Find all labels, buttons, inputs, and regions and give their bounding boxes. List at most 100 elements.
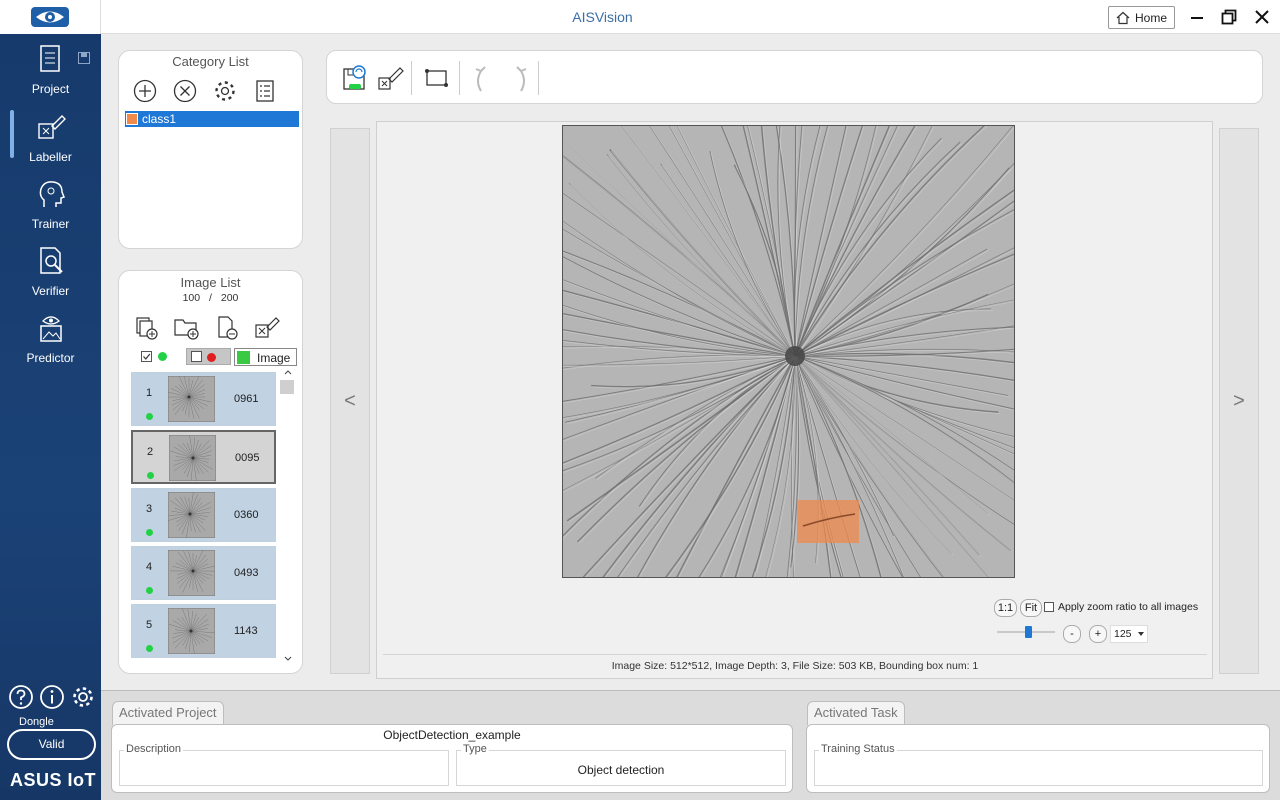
description-label: Description	[124, 743, 184, 755]
image-viewer: 1:1 Fit Apply zoom ratio to all images -…	[376, 0, 1213, 746]
sidebar-item-labeller[interactable]: Labeller	[0, 108, 101, 170]
gear-icon[interactable]	[70, 684, 96, 710]
image-counter-current: 100	[182, 292, 201, 304]
image-status-bar: Image Size: 512*512, Image Depth: 3, Fil…	[383, 654, 1207, 672]
activation-panel: Activated Project ObjectDetection_exampl…	[101, 690, 1280, 800]
sidebar-item-label: Verifier	[31, 284, 70, 298]
dongle-status-button[interactable]: Valid	[7, 729, 96, 760]
training-status-label: Training Status	[819, 743, 897, 755]
save-project-icon[interactable]	[78, 52, 90, 64]
category-item-class1[interactable]: class1	[125, 111, 299, 127]
sidebar-item-verifier[interactable]: Verifier	[0, 242, 101, 304]
sidebar-item-predictor[interactable]: Predictor	[0, 309, 101, 371]
training-status-field: Training Status	[814, 743, 1263, 786]
add-folder-button[interactable]	[167, 313, 207, 343]
title-bar: AISVision Home	[0, 0, 1280, 34]
zoom-slider[interactable]	[997, 626, 1055, 638]
help-icon[interactable]	[8, 684, 34, 710]
image-counter-total: 200	[220, 292, 239, 304]
labeled-filter-checkbox[interactable]	[141, 351, 153, 363]
sidebar-item-label: Trainer	[31, 217, 70, 231]
zoom-fit-button[interactable]: Fit	[1020, 599, 1042, 617]
category-list-button[interactable]	[245, 76, 285, 106]
minimize-button[interactable]	[1186, 6, 1208, 28]
remove-image-button[interactable]	[207, 313, 247, 343]
sidebar: Project Labeller Trainer Verifier Predic…	[0, 34, 101, 800]
zoom-controls: 1:1 Fit Apply zoom ratio to all images -…	[991, 598, 1211, 646]
save-sync-icon	[343, 65, 366, 90]
sidebar-item-label: Project	[31, 82, 70, 96]
info-icon[interactable]	[39, 684, 65, 710]
restore-icon	[1221, 9, 1237, 25]
image-list-row[interactable]: 5 1143	[131, 604, 276, 658]
unlabeled-filter-checkbox[interactable]	[191, 351, 203, 363]
sidebar-item-label: Predictor	[26, 351, 75, 365]
description-field: Description	[119, 743, 449, 786]
remove-icon	[173, 79, 197, 103]
labeled-status-dot	[147, 472, 154, 479]
dongle-label: Dongle	[19, 716, 54, 728]
label-canvas[interactable]	[393, 0, 1209, 746]
category-settings-button[interactable]	[205, 76, 245, 106]
home-button[interactable]: Home	[1108, 6, 1175, 29]
labeller-toolbar	[326, 50, 1263, 104]
zoom-out-button[interactable]: -	[1063, 625, 1081, 643]
toolbar-separator	[538, 61, 539, 95]
bounding-box-icon	[425, 69, 448, 87]
zoom-slider-thumb[interactable]	[1025, 626, 1033, 638]
close-button[interactable]	[1251, 6, 1273, 28]
clear-box-button[interactable]	[376, 63, 406, 93]
close-icon	[1255, 10, 1269, 24]
app-title: AISVision	[572, 9, 633, 25]
bounding-box-class1	[797, 500, 859, 543]
image-list-scrollbar[interactable]	[281, 367, 295, 667]
image-row-index: 2	[147, 446, 154, 458]
previous-image-button[interactable]: <	[330, 128, 370, 674]
add-category-button[interactable]	[125, 76, 165, 106]
image-list-row[interactable]: 3 0360	[131, 488, 276, 542]
restore-button[interactable]	[1218, 6, 1240, 28]
image-list-row[interactable]: 4 0493	[131, 546, 276, 600]
project-name: ObjectDetection_example	[383, 728, 521, 742]
predictor-icon	[40, 316, 62, 342]
image-thumbnail	[168, 376, 215, 422]
add-icon	[133, 79, 157, 103]
add-images-button[interactable]	[127, 313, 167, 343]
chevron-down-icon	[1138, 632, 1144, 636]
zoom-in-button[interactable]: +	[1089, 625, 1107, 643]
zoom-1to1-button[interactable]: 1:1	[994, 599, 1017, 617]
view-mode-label: Image	[257, 351, 291, 365]
labeled-status-dot	[146, 587, 153, 594]
image-row-index: 4	[146, 561, 153, 573]
undo-button[interactable]	[471, 63, 499, 93]
redo-button[interactable]	[503, 63, 531, 93]
image-list-row[interactable]: 2 0095	[131, 430, 276, 484]
remove-category-button[interactable]	[165, 76, 205, 106]
image-thumbnail	[169, 435, 216, 481]
view-mode-swatch	[237, 351, 250, 364]
toolbar-separator	[411, 61, 412, 95]
labeled-status-dot	[146, 529, 153, 536]
scrollbar-thumb[interactable]	[280, 380, 294, 394]
image-list-row[interactable]: 1 0961	[131, 372, 276, 426]
sidebar-utility-icons	[8, 684, 96, 712]
unlabeled-filter-toggle[interactable]	[186, 348, 231, 365]
toolbar-separator	[459, 61, 460, 95]
image-panel: Image List 100 / 200 Image 1 0961 2 0095 3 03…	[118, 270, 303, 674]
tab-activated-project[interactable]: Activated Project	[112, 701, 224, 725]
view-mode-toggle[interactable]: Image	[234, 348, 297, 366]
zoom-value-select[interactable]: 125	[1110, 625, 1148, 643]
tab-activated-task[interactable]: Activated Task	[807, 701, 905, 725]
image-row-index: 5	[146, 619, 153, 631]
clear-labels-button[interactable]	[247, 313, 287, 343]
save-labels-button[interactable]	[341, 63, 371, 93]
image-row-name: 1143	[234, 625, 258, 637]
draw-box-button[interactable]	[423, 64, 451, 92]
apply-zoom-checkbox[interactable]	[1044, 602, 1055, 613]
sidebar-item-project[interactable]: Project	[0, 40, 101, 102]
image-row-name: 0493	[234, 567, 259, 579]
image-toolbar	[127, 313, 287, 343]
remove-file-icon	[218, 316, 238, 340]
next-image-button[interactable]: >	[1219, 128, 1259, 674]
sidebar-item-trainer[interactable]: Trainer	[0, 175, 101, 237]
